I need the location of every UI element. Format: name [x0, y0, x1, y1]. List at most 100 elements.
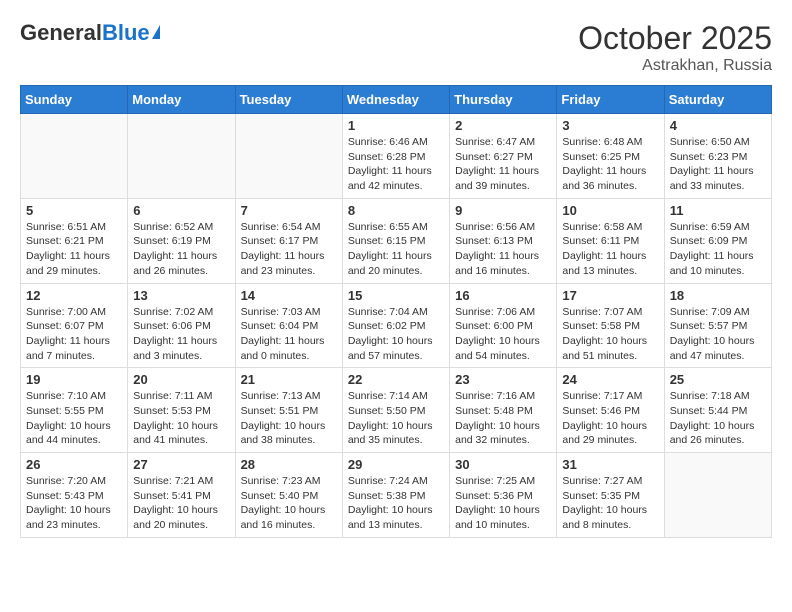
- day-number: 16: [455, 288, 551, 303]
- day-info: Sunrise: 6:46 AM Sunset: 6:28 PM Dayligh…: [348, 135, 444, 194]
- day-number: 31: [562, 457, 658, 472]
- day-number: 27: [133, 457, 229, 472]
- title-section: October 2025 Astrakhan, Russia: [578, 20, 772, 75]
- day-number: 7: [241, 203, 337, 218]
- calendar-cell: 2 Sunrise: 6:47 AM Sunset: 6:27 PM Daylig…: [450, 114, 557, 199]
- calendar-header-row: SundayMondayTuesdayWednesdayThursdayFrid…: [21, 86, 772, 114]
- logo-general: General: [20, 20, 102, 46]
- day-number: 2: [455, 118, 551, 133]
- day-info: Sunrise: 7:09 AM Sunset: 5:57 PM Dayligh…: [670, 305, 766, 364]
- day-info: Sunrise: 7:25 AM Sunset: 5:36 PM Dayligh…: [455, 474, 551, 533]
- location-subtitle: Astrakhan, Russia: [578, 57, 772, 75]
- calendar-cell: 11 Sunrise: 6:59 AM Sunset: 6:09 PM Dayli…: [664, 198, 771, 283]
- day-number: 12: [26, 288, 122, 303]
- day-number: 15: [348, 288, 444, 303]
- day-number: 8: [348, 203, 444, 218]
- calendar-cell: 25 Sunrise: 7:18 AM Sunset: 5:44 PM Dayli…: [664, 368, 771, 453]
- calendar-cell: 15 Sunrise: 7:04 AM Sunset: 6:02 PM Dayli…: [342, 283, 449, 368]
- calendar-cell: 29 Sunrise: 7:24 AM Sunset: 5:38 PM Dayli…: [342, 453, 449, 538]
- calendar-cell: 31 Sunrise: 7:27 AM Sunset: 5:35 PM Dayli…: [557, 453, 664, 538]
- day-info: Sunrise: 6:54 AM Sunset: 6:17 PM Dayligh…: [241, 220, 337, 279]
- day-info: Sunrise: 7:11 AM Sunset: 5:53 PM Dayligh…: [133, 389, 229, 448]
- day-info: Sunrise: 7:17 AM Sunset: 5:46 PM Dayligh…: [562, 389, 658, 448]
- day-header-friday: Friday: [557, 86, 664, 114]
- calendar-cell: 4 Sunrise: 6:50 AM Sunset: 6:23 PM Daylig…: [664, 114, 771, 199]
- calendar-cell: 3 Sunrise: 6:48 AM Sunset: 6:25 PM Daylig…: [557, 114, 664, 199]
- day-info: Sunrise: 6:47 AM Sunset: 6:27 PM Dayligh…: [455, 135, 551, 194]
- calendar-cell: 7 Sunrise: 6:54 AM Sunset: 6:17 PM Daylig…: [235, 198, 342, 283]
- day-number: 11: [670, 203, 766, 218]
- calendar-cell: 18 Sunrise: 7:09 AM Sunset: 5:57 PM Dayli…: [664, 283, 771, 368]
- day-info: Sunrise: 7:04 AM Sunset: 6:02 PM Dayligh…: [348, 305, 444, 364]
- month-title: October 2025: [578, 20, 772, 57]
- day-info: Sunrise: 7:16 AM Sunset: 5:48 PM Dayligh…: [455, 389, 551, 448]
- calendar-cell: 22Sunrise: 7:14 AM Sunset: 5:50 PM Dayli…: [342, 368, 449, 453]
- calendar-cell: 21 Sunrise: 7:13 AM Sunset: 5:51 PM Dayli…: [235, 368, 342, 453]
- day-number: 29: [348, 457, 444, 472]
- day-number: 18: [670, 288, 766, 303]
- calendar-cell: 26Sunrise: 7:20 AM Sunset: 5:43 PM Dayli…: [21, 453, 128, 538]
- calendar-cell: 5 Sunrise: 6:51 AM Sunset: 6:21 PM Daylig…: [21, 198, 128, 283]
- week-row-1: 1Sunrise: 6:46 AM Sunset: 6:28 PM Daylig…: [21, 114, 772, 199]
- day-info: Sunrise: 6:50 AM Sunset: 6:23 PM Dayligh…: [670, 135, 766, 194]
- day-info: Sunrise: 7:07 AM Sunset: 5:58 PM Dayligh…: [562, 305, 658, 364]
- day-number: 19: [26, 372, 122, 387]
- day-info: Sunrise: 6:59 AM Sunset: 6:09 PM Dayligh…: [670, 220, 766, 279]
- day-number: 5: [26, 203, 122, 218]
- calendar-cell: 17 Sunrise: 7:07 AM Sunset: 5:58 PM Dayli…: [557, 283, 664, 368]
- day-number: 6: [133, 203, 229, 218]
- day-info: Sunrise: 7:21 AM Sunset: 5:41 PM Dayligh…: [133, 474, 229, 533]
- calendar-cell: 20 Sunrise: 7:11 AM Sunset: 5:53 PM Dayli…: [128, 368, 235, 453]
- day-header-sunday: Sunday: [21, 86, 128, 114]
- logo: General Blue: [20, 20, 160, 46]
- logo-triangle-icon: [152, 25, 160, 39]
- logo-text: General Blue: [20, 20, 160, 46]
- day-info: Sunrise: 7:02 AM Sunset: 6:06 PM Dayligh…: [133, 305, 229, 364]
- day-info: Sunrise: 7:06 AM Sunset: 6:00 PM Dayligh…: [455, 305, 551, 364]
- day-number: 13: [133, 288, 229, 303]
- day-info: Sunrise: 7:13 AM Sunset: 5:51 PM Dayligh…: [241, 389, 337, 448]
- day-info: Sunrise: 6:52 AM Sunset: 6:19 PM Dayligh…: [133, 220, 229, 279]
- day-number: 20: [133, 372, 229, 387]
- calendar-cell: 8Sunrise: 6:55 AM Sunset: 6:15 PM Daylig…: [342, 198, 449, 283]
- calendar-cell: [21, 114, 128, 199]
- day-header-wednesday: Wednesday: [342, 86, 449, 114]
- day-info: Sunrise: 7:03 AM Sunset: 6:04 PM Dayligh…: [241, 305, 337, 364]
- day-info: Sunrise: 7:20 AM Sunset: 5:43 PM Dayligh…: [26, 474, 122, 533]
- calendar-cell: [235, 114, 342, 199]
- day-info: Sunrise: 7:00 AM Sunset: 6:07 PM Dayligh…: [26, 305, 122, 364]
- day-info: Sunrise: 6:51 AM Sunset: 6:21 PM Dayligh…: [26, 220, 122, 279]
- calendar-cell: 19 Sunrise: 7:10 AM Sunset: 5:55 PM Dayli…: [21, 368, 128, 453]
- day-header-monday: Monday: [128, 86, 235, 114]
- week-row-5: 26Sunrise: 7:20 AM Sunset: 5:43 PM Dayli…: [21, 453, 772, 538]
- day-info: Sunrise: 6:48 AM Sunset: 6:25 PM Dayligh…: [562, 135, 658, 194]
- day-info: Sunrise: 7:18 AM Sunset: 5:44 PM Dayligh…: [670, 389, 766, 448]
- calendar-table: SundayMondayTuesdayWednesdayThursdayFrid…: [20, 85, 772, 538]
- day-info: Sunrise: 7:23 AM Sunset: 5:40 PM Dayligh…: [241, 474, 337, 533]
- calendar-cell: 6 Sunrise: 6:52 AM Sunset: 6:19 PM Daylig…: [128, 198, 235, 283]
- day-number: 21: [241, 372, 337, 387]
- day-info: Sunrise: 6:56 AM Sunset: 6:13 PM Dayligh…: [455, 220, 551, 279]
- week-row-2: 5 Sunrise: 6:51 AM Sunset: 6:21 PM Daylig…: [21, 198, 772, 283]
- day-header-thursday: Thursday: [450, 86, 557, 114]
- day-number: 17: [562, 288, 658, 303]
- day-info: Sunrise: 7:27 AM Sunset: 5:35 PM Dayligh…: [562, 474, 658, 533]
- calendar-cell: 9 Sunrise: 6:56 AM Sunset: 6:13 PM Daylig…: [450, 198, 557, 283]
- logo-blue: Blue: [102, 20, 150, 46]
- calendar-cell: 23Sunrise: 7:16 AM Sunset: 5:48 PM Dayli…: [450, 368, 557, 453]
- day-number: 28: [241, 457, 337, 472]
- day-info: Sunrise: 7:24 AM Sunset: 5:38 PM Dayligh…: [348, 474, 444, 533]
- day-number: 3: [562, 118, 658, 133]
- day-number: 22: [348, 372, 444, 387]
- day-info: Sunrise: 6:58 AM Sunset: 6:11 PM Dayligh…: [562, 220, 658, 279]
- calendar-cell: 28 Sunrise: 7:23 AM Sunset: 5:40 PM Dayli…: [235, 453, 342, 538]
- page-header: General Blue October 2025 Astrakhan, Rus…: [20, 20, 772, 75]
- calendar-cell: 24Sunrise: 7:17 AM Sunset: 5:46 PM Dayli…: [557, 368, 664, 453]
- day-number: 4: [670, 118, 766, 133]
- calendar-cell: 30Sunrise: 7:25 AM Sunset: 5:36 PM Dayli…: [450, 453, 557, 538]
- calendar-cell: [128, 114, 235, 199]
- calendar-cell: 16 Sunrise: 7:06 AM Sunset: 6:00 PM Dayli…: [450, 283, 557, 368]
- day-number: 25: [670, 372, 766, 387]
- day-info: Sunrise: 7:10 AM Sunset: 5:55 PM Dayligh…: [26, 389, 122, 448]
- day-number: 9: [455, 203, 551, 218]
